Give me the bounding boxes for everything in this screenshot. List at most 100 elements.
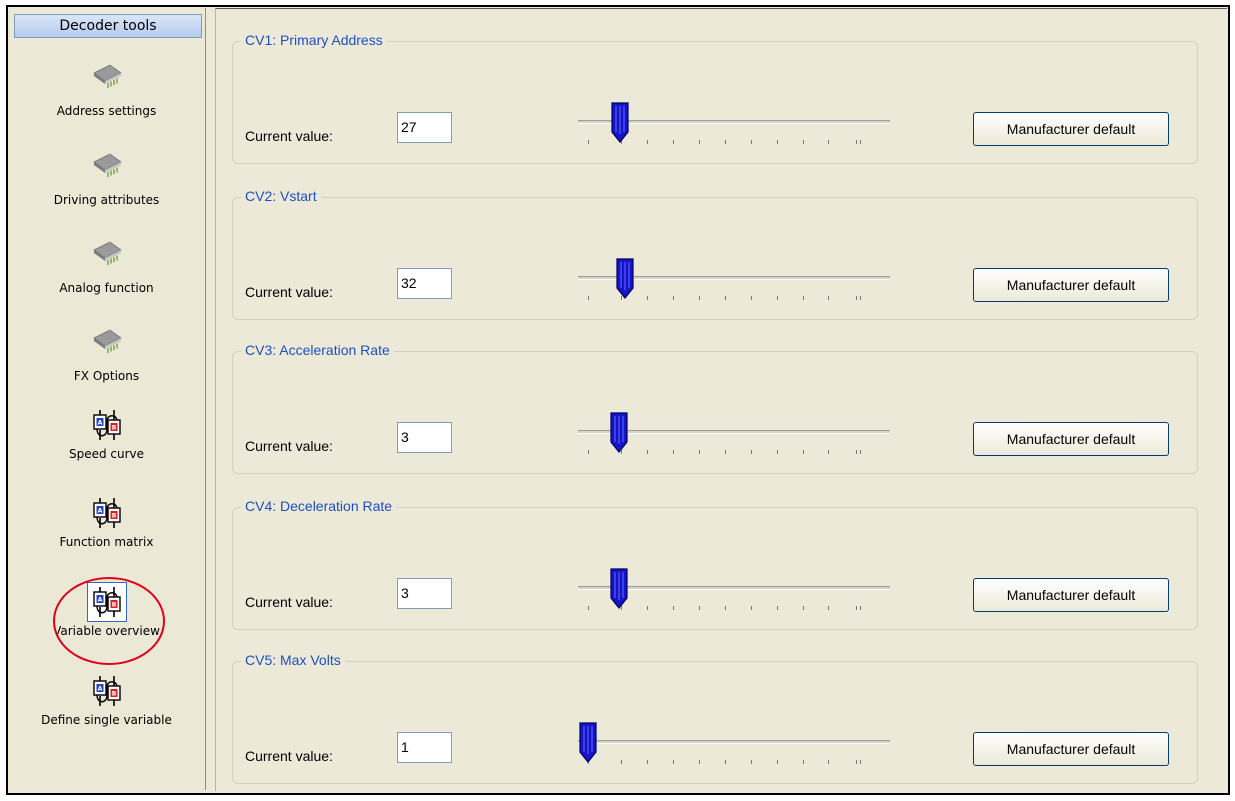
cv-settings-panel: CV1: Primary Address Current value: 27 Manu…: [215, 8, 1227, 791]
chip-icon: [88, 148, 126, 186]
cv-group: CV4: Deceleration Rate Current value: 3 Man…: [232, 498, 1198, 630]
cv-value-slider[interactable]: [578, 412, 890, 462]
current-value-label: Current value:: [245, 438, 333, 454]
sidebar-item-function-matrix[interactable]: A B Function matrix: [8, 494, 205, 564]
connector-ab-icon: AB: [88, 406, 126, 444]
slider-tick: [860, 760, 861, 764]
sidebar-item-label: Function matrix: [59, 535, 154, 549]
slider-tick: [777, 606, 778, 610]
slider-thumb[interactable]: [609, 412, 629, 454]
sidebar-item-label: Address settings: [56, 104, 157, 118]
slider-tick: [699, 450, 700, 454]
current-value-input[interactable]: 3: [397, 422, 452, 453]
slider-tick: [828, 760, 829, 764]
slider-tick: [588, 140, 589, 144]
cv-group-title: CV3: Acceleration Rate: [241, 342, 394, 358]
sidebar-item-address-settings[interactable]: Address settings: [8, 55, 205, 125]
slider-tick: [803, 450, 804, 454]
manufacturer-default-button[interactable]: Manufacturer default: [973, 268, 1169, 302]
slider-tick: [860, 296, 861, 300]
manufacturer-default-button[interactable]: Manufacturer default: [973, 112, 1169, 146]
manufacturer-default-button[interactable]: Manufacturer default: [973, 578, 1169, 612]
cv-value-slider[interactable]: [578, 258, 890, 308]
sidebar-title: Decoder tools: [14, 14, 202, 38]
cv-group-title: CV4: Deceleration Rate: [241, 498, 397, 514]
cv-group-title: CV1: Primary Address: [241, 32, 387, 48]
slider-tick: [673, 760, 674, 764]
slider-tick: [777, 450, 778, 454]
slider-tick: [725, 760, 726, 764]
cv-group: CV1: Primary Address Current value: 27 Manu…: [232, 32, 1198, 164]
sidebar-item-driving-attributes[interactable]: Driving attributes: [8, 144, 205, 214]
slider-tick: [588, 450, 589, 454]
sidebar-item-speed-curve[interactable]: A B Speed curve: [8, 406, 205, 476]
svg-text:A: A: [97, 508, 102, 515]
slider-tick: [777, 760, 778, 764]
slider-tick: [673, 140, 674, 144]
cv-group-title: CV2: Vstart: [241, 188, 321, 204]
cv-value-slider[interactable]: [578, 568, 890, 618]
chip-icon: [88, 324, 126, 362]
slider-tick: [751, 450, 752, 454]
slider-tick: [828, 296, 829, 300]
slider-tick: [751, 140, 752, 144]
manufacturer-default-button[interactable]: Manufacturer default: [973, 732, 1169, 766]
decoder-tools-sidebar: Decoder tools Address settings Driving at…: [8, 8, 206, 790]
slider-tick: [803, 296, 804, 300]
slider-tick: [673, 296, 674, 300]
slider-tick: [647, 760, 648, 764]
slider-tick: [725, 450, 726, 454]
highlight-circle-annotation: [53, 577, 165, 665]
slider-tick: [856, 296, 857, 300]
slider-tick: [803, 140, 804, 144]
sidebar-item-label: Speed curve: [68, 447, 145, 461]
sidebar-item-fx-options[interactable]: FX Options: [8, 320, 205, 390]
current-value-label: Current value:: [245, 128, 333, 144]
current-value-input[interactable]: 32: [397, 268, 452, 299]
slider-tick: [647, 606, 648, 610]
current-value-label: Current value:: [245, 594, 333, 610]
chip-icon: [88, 236, 126, 274]
slider-tick: [699, 760, 700, 764]
sidebar-item-label: Define single variable: [41, 713, 172, 727]
sidebar-item-define-single-variable[interactable]: A B Define single variable: [8, 672, 205, 742]
svg-text:A: A: [97, 420, 102, 427]
slider-tick: [860, 606, 861, 610]
slider-tick: [828, 140, 829, 144]
slider-tick: [856, 760, 857, 764]
slider-tick: [647, 450, 648, 454]
slider-tick: [647, 296, 648, 300]
slider-thumb[interactable]: [578, 722, 598, 764]
cv-value-slider[interactable]: [578, 722, 890, 772]
cv-group: CV2: Vstart Current value: 32 Manufacturer …: [232, 188, 1198, 320]
slider-tick: [777, 296, 778, 300]
slider-thumb[interactable]: [609, 568, 629, 610]
slider-tick: [803, 760, 804, 764]
slider-tick: [856, 140, 857, 144]
current-value-input[interactable]: 27: [397, 112, 452, 143]
sidebar-item-analog-function[interactable]: Analog function: [8, 232, 205, 302]
slider-tick: [725, 296, 726, 300]
slider-tick: [828, 450, 829, 454]
manufacturer-default-button[interactable]: Manufacturer default: [973, 422, 1169, 456]
slider-tick: [777, 140, 778, 144]
cv-group: CV3: Acceleration Rate Current value: 3 Man…: [232, 342, 1198, 474]
slider-thumb[interactable]: [615, 258, 635, 300]
slider-tick: [803, 606, 804, 610]
slider-tick: [856, 450, 857, 454]
slider-thumb[interactable]: [610, 102, 630, 144]
svg-text:A: A: [97, 686, 102, 693]
slider-tick: [725, 606, 726, 610]
slider-tick: [647, 140, 648, 144]
sidebar-item-label: Driving attributes: [53, 193, 160, 207]
slider-tick: [673, 606, 674, 610]
slider-tick: [699, 296, 700, 300]
slider-tick: [828, 606, 829, 610]
slider-tick: [860, 140, 861, 144]
current-value-input[interactable]: 1: [397, 732, 452, 763]
slider-ticks: [578, 760, 890, 766]
slider-tick: [673, 450, 674, 454]
current-value-input[interactable]: 3: [397, 578, 452, 609]
slider-tick: [856, 606, 857, 610]
cv-value-slider[interactable]: [578, 102, 890, 152]
